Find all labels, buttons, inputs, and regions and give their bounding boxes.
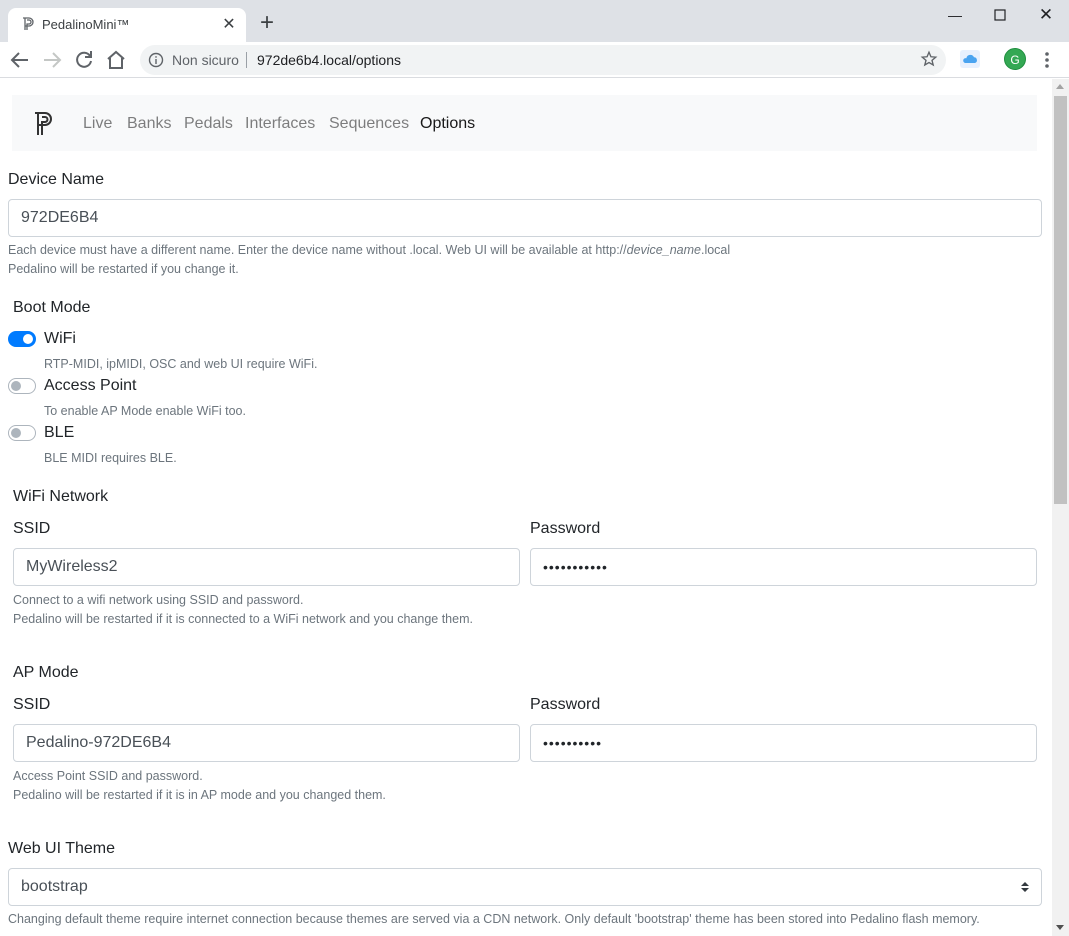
page-scrollbar[interactable]: [1052, 79, 1069, 936]
device-name-help: Each device must have a different name. …: [8, 241, 730, 260]
device-name-help-prefix: Each device must have a different name. …: [8, 243, 627, 257]
close-tab-icon[interactable]: ✕: [220, 16, 238, 34]
theme-help: Changing default theme require internet …: [8, 912, 980, 926]
ap-ssid-label: SSID: [13, 696, 51, 713]
toggle-knob: [11, 428, 21, 438]
wifi-ssid-label: SSID: [13, 520, 51, 537]
ap-help-2: Pedalino will be restarted if it is in A…: [13, 788, 386, 802]
access-point-help: To enable AP Mode enable WiFi too.: [44, 404, 246, 418]
address-separator: [246, 52, 247, 68]
wifi-toggle[interactable]: [8, 331, 36, 347]
theme-label: Web UI Theme: [8, 840, 116, 857]
url-text[interactable]: 972de6b4.local/options: [257, 52, 401, 68]
pedalino-favicon-icon: [23, 17, 34, 30]
close-window-icon[interactable]: ✕: [1023, 4, 1069, 26]
more-menu-icon[interactable]: [1040, 50, 1054, 70]
new-tab-icon[interactable]: +: [256, 11, 278, 35]
wifi-toggle-label[interactable]: WiFi: [44, 330, 76, 348]
scroll-down-arrow-icon[interactable]: [1056, 925, 1064, 930]
wifi-password-label: Password: [530, 520, 601, 537]
pedalino-logo-icon[interactable]: [32, 109, 56, 137]
ap-ssid-input[interactable]: Pedalino-972DE6B4: [13, 724, 520, 762]
nav-options[interactable]: Options: [420, 115, 475, 133]
wifi-ssid-input[interactable]: MyWireless2: [13, 548, 520, 586]
ap-password-label: Password: [530, 696, 601, 713]
toggle-knob: [23, 334, 33, 344]
wifi-help-2: Pedalino will be restarted if it is conn…: [13, 612, 473, 626]
ble-toggle-label[interactable]: BLE: [44, 424, 74, 442]
device-name-input[interactable]: 972DE6B4: [8, 199, 1042, 237]
device-name-label: Device Name: [8, 171, 105, 188]
tab-strip: PedalinoMini™ ✕ + — ✕: [0, 0, 1069, 42]
nav-live[interactable]: Live: [83, 115, 112, 133]
access-point-toggle[interactable]: [8, 378, 36, 394]
ble-toggle[interactable]: [8, 425, 36, 441]
minimize-icon[interactable]: —: [932, 4, 978, 26]
wifi-network-title: WiFi Network: [13, 488, 109, 505]
top-navbar: Live Banks Pedals Interfaces Sequences O…: [12, 95, 1037, 151]
forward-arrow-icon[interactable]: [40, 48, 64, 72]
home-icon[interactable]: [104, 48, 128, 72]
wifi-password-input[interactable]: •••••••••••: [530, 548, 1037, 586]
nav-banks[interactable]: Banks: [127, 115, 171, 133]
bookmark-star-icon[interactable]: [920, 50, 938, 68]
ap-password-input[interactable]: ••••••••••: [530, 724, 1037, 762]
info-icon[interactable]: [148, 52, 164, 68]
boot-mode-title: Boot Mode: [13, 299, 91, 316]
profile-avatar[interactable]: G: [1004, 48, 1026, 70]
wifi-help-1: Connect to a wifi network using SSID and…: [13, 593, 304, 607]
theme-select[interactable]: bootstrap: [8, 868, 1042, 906]
scroll-thumb[interactable]: [1054, 96, 1067, 504]
device-name-help-italic: device_name: [626, 243, 701, 257]
browser-tab[interactable]: PedalinoMini™ ✕: [8, 8, 246, 42]
back-arrow-icon[interactable]: [8, 48, 32, 72]
access-point-toggle-label[interactable]: Access Point: [44, 377, 136, 395]
address-bar[interactable]: Non sicuro 972de6b4.local/options: [140, 45, 946, 75]
page-viewport: Live Banks Pedals Interfaces Sequences O…: [0, 79, 1052, 936]
browser-toolbar: Non sicuro 972de6b4.local/options: [0, 42, 1069, 78]
security-label: Non sicuro: [172, 52, 239, 68]
ble-help: BLE MIDI requires BLE.: [44, 451, 177, 465]
tab-title: PedalinoMini™: [42, 17, 130, 32]
wifi-help: RTP-MIDI, ipMIDI, OSC and web UI require…: [44, 357, 318, 371]
nav-sequences[interactable]: Sequences: [329, 115, 409, 133]
reload-icon[interactable]: [72, 48, 96, 72]
nav-pedals[interactable]: Pedals: [184, 115, 233, 133]
nav-interfaces[interactable]: Interfaces: [245, 115, 315, 133]
cloud-extension-icon[interactable]: [960, 50, 980, 68]
ap-help-1: Access Point SSID and password.: [13, 769, 203, 783]
device-name-help-2: Pedalino will be restarted if you change…: [8, 262, 239, 276]
toggle-knob: [11, 381, 21, 391]
ap-mode-title: AP Mode: [13, 664, 79, 681]
scroll-up-arrow-icon[interactable]: [1056, 84, 1064, 89]
device-name-help-suffix: .local: [700, 243, 731, 257]
theme-selected-value: bootstrap: [21, 878, 88, 895]
maximize-icon[interactable]: [977, 4, 1023, 26]
select-caret-icon: [1021, 882, 1029, 892]
